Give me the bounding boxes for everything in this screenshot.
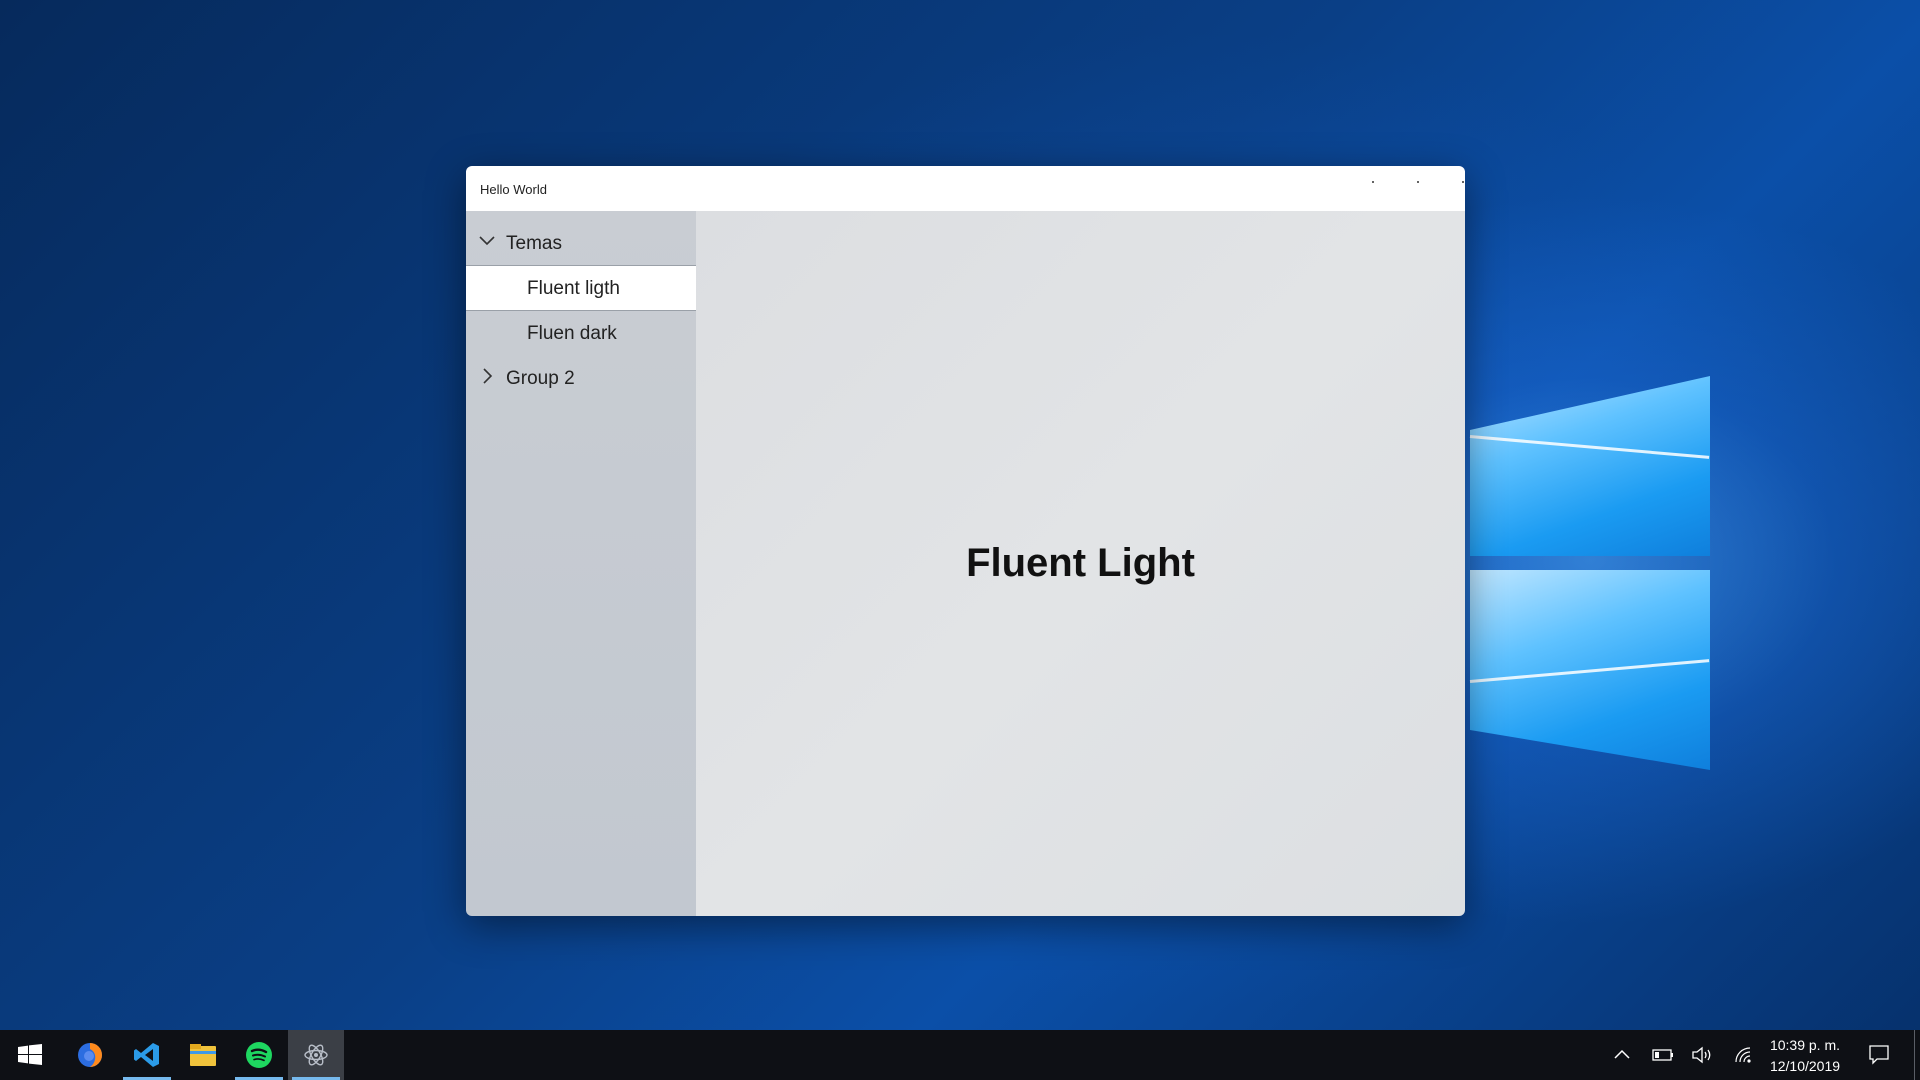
vscode-icon [134, 1043, 159, 1067]
taskbar-spotify[interactable] [231, 1030, 287, 1080]
taskbar-firefox[interactable] [62, 1030, 118, 1080]
sidebar-group-temas[interactable]: Temas [466, 221, 696, 265]
chevron-down-icon [479, 236, 495, 246]
app-window: Hello World Temas Fluent ligth Fluen dar… [466, 166, 1465, 916]
battery-button[interactable] [1648, 1030, 1676, 1080]
taskbar-file-explorer[interactable] [175, 1030, 231, 1080]
maximize-icon [1417, 181, 1419, 183]
minimize-icon [1372, 181, 1374, 183]
show-desktop-divider[interactable] [1914, 1030, 1915, 1080]
taskbar-vscode[interactable] [119, 1030, 175, 1080]
close-button[interactable] [1443, 172, 1465, 202]
file-explorer-icon [190, 1044, 216, 1066]
windows-wallpaper-logo [1460, 340, 1720, 780]
notification-icon [1869, 1045, 1889, 1065]
taskbar-clock[interactable]: 10:39 p. m. 12/10/2019 [1760, 1035, 1850, 1077]
wifi-icon [1735, 1047, 1751, 1063]
chevron-right-icon [483, 368, 493, 384]
volume-icon [1692, 1046, 1711, 1064]
sidebar-group-group-2[interactable]: Group 2 [466, 356, 696, 400]
start-button[interactable] [2, 1030, 58, 1080]
sidebar-item-label: Fluen dark [527, 323, 617, 344]
sidebar-item-label: Fluent ligth [527, 278, 620, 299]
close-icon [1462, 181, 1464, 183]
minimize-button[interactable] [1353, 172, 1393, 202]
sidebar-item-fluent-light[interactable]: Fluent ligth [466, 265, 697, 311]
show-hidden-icons-button[interactable] [1608, 1030, 1636, 1080]
sidebar-item-fluent-dark[interactable]: Fluen dark [466, 311, 696, 355]
volume-button[interactable] [1688, 1030, 1716, 1080]
chevron-up-icon [1614, 1049, 1630, 1059]
clock-time: 10:39 p. m. [1769, 1037, 1841, 1053]
battery-icon [1652, 1049, 1673, 1061]
spotify-icon [246, 1042, 272, 1068]
clock-date: 12/10/2019 [1769, 1058, 1841, 1074]
maximize-button[interactable] [1398, 172, 1438, 202]
windows-start-icon [18, 1044, 42, 1065]
sidebar: Temas Fluent ligth Fluen dark Group 2 [466, 211, 697, 916]
page-title: Fluent Light [966, 541, 1195, 585]
action-center-button[interactable] [1862, 1030, 1896, 1080]
title-bar[interactable]: Hello World [466, 166, 1465, 211]
window-title: Hello World [480, 182, 547, 197]
sidebar-item-label: Group 2 [506, 368, 575, 389]
firefox-icon [78, 1043, 102, 1067]
main-content: Fluent Light [696, 211, 1465, 916]
electron-app-icon [304, 1044, 328, 1066]
network-button[interactable] [1730, 1030, 1758, 1080]
sidebar-item-label: Temas [506, 233, 562, 254]
taskbar: 10:39 p. m. 12/10/2019 [0, 1030, 1920, 1080]
taskbar-electron-app[interactable] [288, 1030, 344, 1080]
